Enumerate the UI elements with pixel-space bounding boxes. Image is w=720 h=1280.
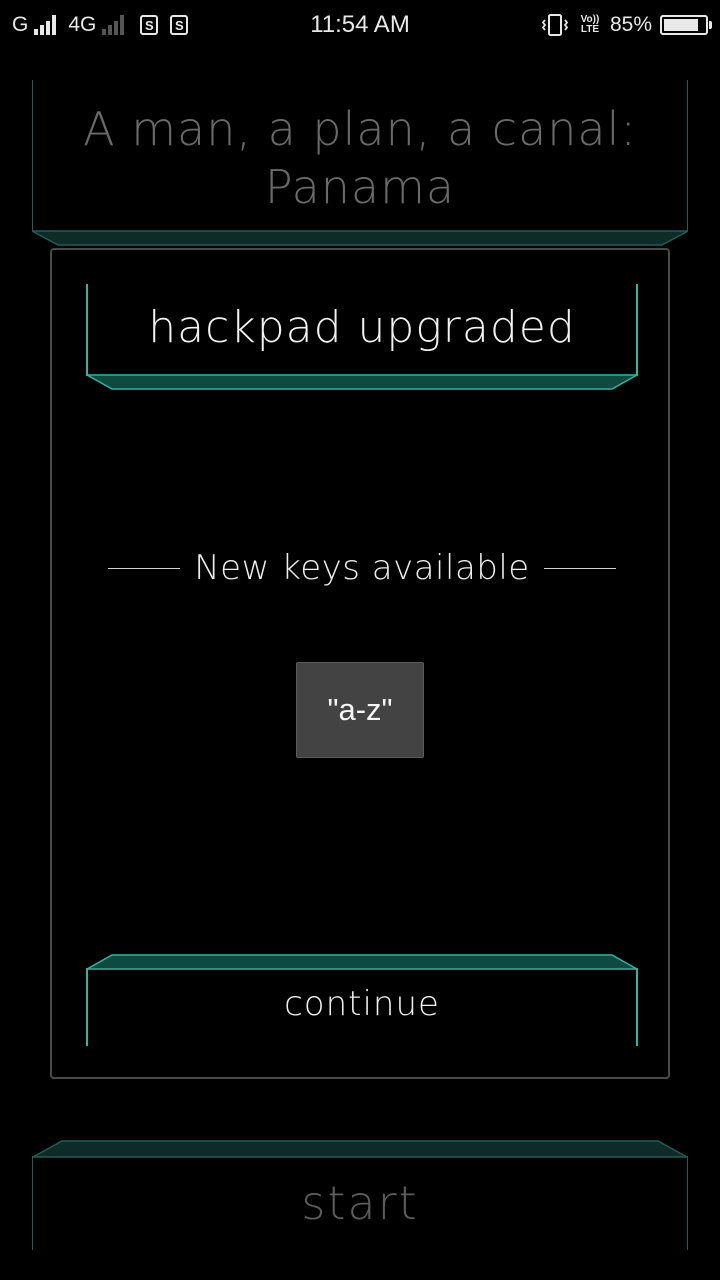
dialog-title-box: hackpad upgraded xyxy=(86,284,638,390)
continue-button[interactable]: continue xyxy=(86,954,638,1046)
start-button-label: start xyxy=(301,1176,419,1230)
divider-left xyxy=(108,567,181,569)
divider-right xyxy=(543,567,616,569)
start-button[interactable]: start xyxy=(32,1140,688,1250)
puzzle-panel-bevel xyxy=(32,230,688,246)
dialog-title: hackpad upgraded xyxy=(148,302,576,353)
section-label: New keys available xyxy=(194,548,530,588)
battery-fill xyxy=(664,19,698,31)
vibrate-icon xyxy=(541,14,569,36)
dialog-title-bevel xyxy=(86,374,638,390)
key-chip[interactable]: "a-z" xyxy=(296,662,424,758)
app-screen: G 4G S S 11:54 AM Vo)) LTE 85% A man, a … xyxy=(0,0,720,1280)
status-bar: G 4G S S 11:54 AM Vo)) LTE 85% xyxy=(0,0,720,50)
continue-button-label: continue xyxy=(284,984,440,1024)
volte-icon: Vo)) LTE xyxy=(580,14,600,35)
battery-percent: 85% xyxy=(609,13,652,36)
new-keys-section: New keys available xyxy=(100,546,624,590)
puzzle-panel: A man, a plan, a canal: Panama xyxy=(32,80,688,246)
puzzle-text: A man, a plan, a canal: Panama xyxy=(83,102,637,214)
status-bar-right: Vo)) LTE 85% xyxy=(540,10,712,40)
battery-icon xyxy=(660,15,712,35)
upgrade-dialog: hackpad upgraded New keys available "a-z… xyxy=(50,248,670,1079)
